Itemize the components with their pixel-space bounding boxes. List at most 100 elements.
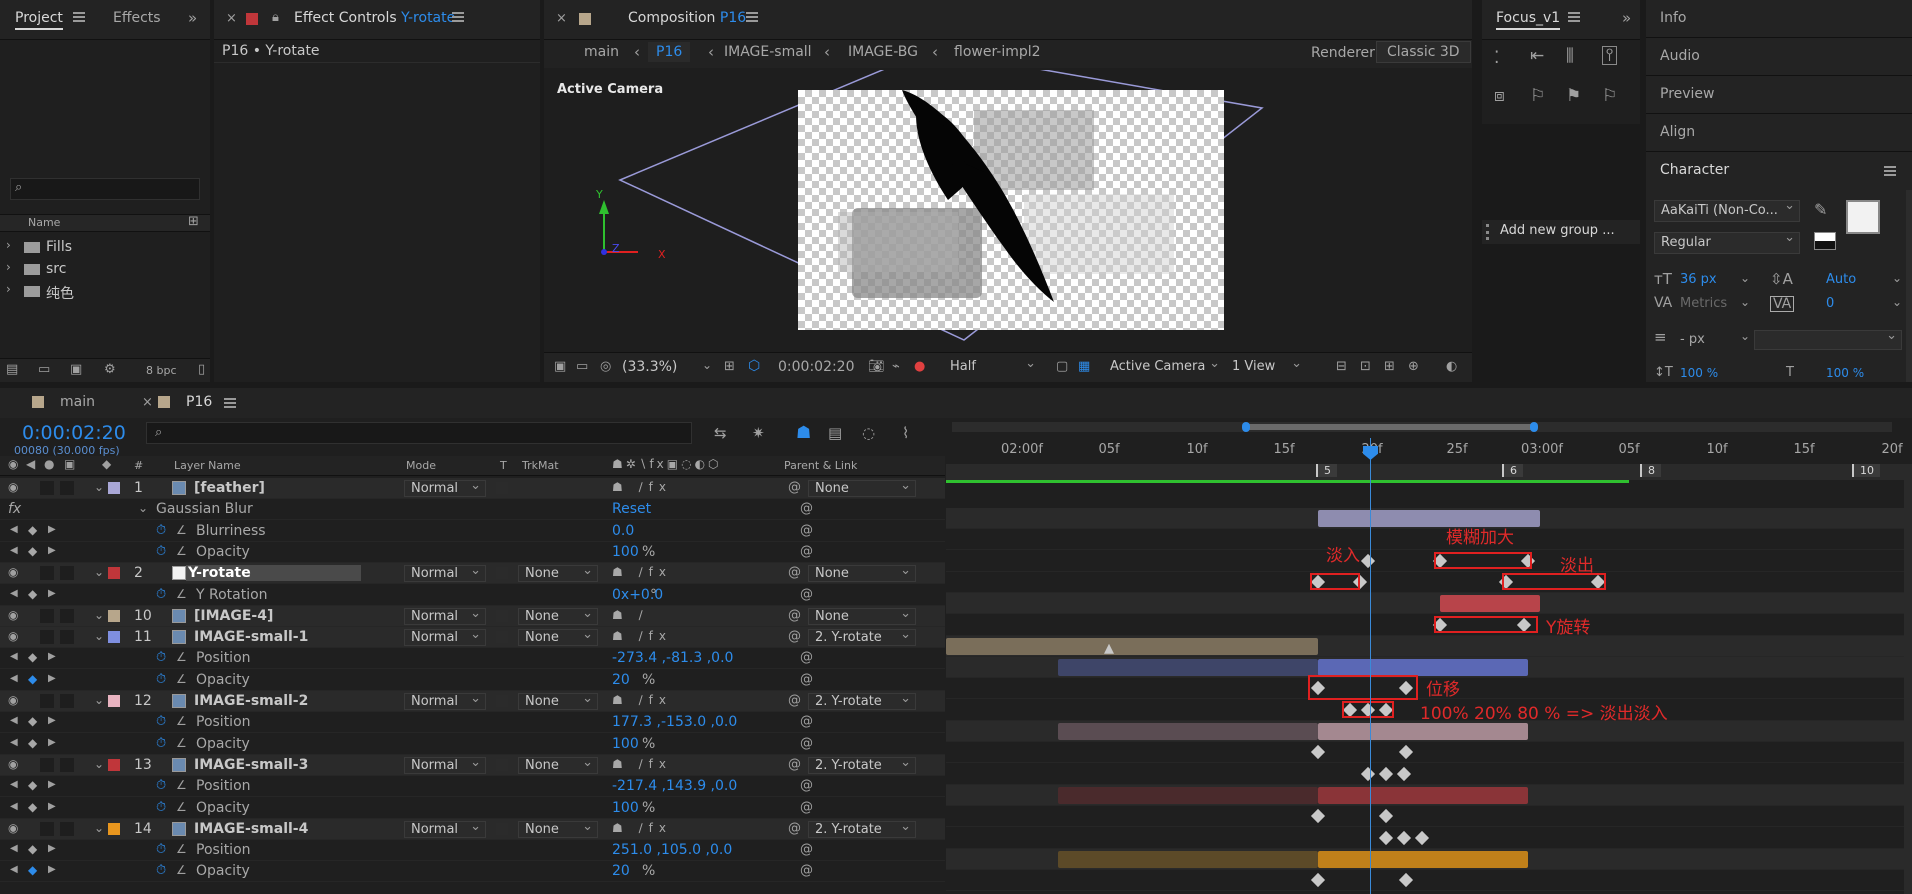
property-value[interactable]: Reset: [612, 501, 651, 517]
layer-bar[interactable]: [1440, 595, 1540, 613]
close-icon[interactable]: ×: [226, 12, 237, 25]
vertical-scale-value[interactable]: 100 %: [1680, 366, 1718, 380]
layer-bar-dim[interactable]: [1058, 723, 1318, 740]
breadcrumb-p16[interactable]: P16: [648, 42, 691, 62]
next-keyframe-icon[interactable]: ▶: [48, 545, 56, 556]
layer-row[interactable]: ◉ ⌄ 1 [feather] Normal ☗ ∕fx @ None: [0, 478, 945, 499]
property-value[interactable]: 20: [612, 863, 630, 879]
tab-p16[interactable]: P16: [186, 394, 212, 410]
parent-select[interactable]: 2. Y-rotate: [808, 691, 916, 710]
project-item-src[interactable]: › src: [0, 258, 210, 280]
track-matte-select[interactable]: None: [518, 819, 598, 838]
keyframe-toggle-icon[interactable]: ◆: [28, 779, 37, 791]
blend-mode-select[interactable]: Normal: [404, 755, 486, 774]
time-ruler[interactable]: 02:00f05f10f15f20f25f03:00f05f10f15f20f: [946, 438, 1912, 464]
next-keyframe-icon[interactable]: ▶: [48, 780, 56, 790]
close-icon[interactable]: ×: [556, 12, 567, 25]
layer-switches[interactable]: ☗ ∕fx: [612, 480, 672, 494]
audio-icon[interactable]: ◀: [26, 458, 35, 470]
graph-icon[interactable]: ∠: [176, 524, 187, 536]
stopwatch-icon[interactable]: ⏱︎: [156, 715, 166, 728]
timeline-menu-icon[interactable]: [224, 396, 238, 410]
chevron-right-icon[interactable]: ›: [6, 283, 11, 295]
property-value[interactable]: 0.0: [612, 523, 634, 539]
chevron-right-icon[interactable]: ›: [6, 239, 11, 251]
preserve-transparency-box[interactable]: [496, 567, 508, 580]
next-keyframe-icon[interactable]: ▶: [48, 801, 56, 812]
pickwhip-icon[interactable]: @: [788, 566, 801, 579]
property-row[interactable]: ◀ ◆ ▶ ⏱︎ ∠ Opacity 100% @: [0, 798, 945, 819]
tracking-value[interactable]: 0: [1826, 296, 1834, 311]
shy-icon[interactable]: ☗: [796, 425, 811, 442]
next-keyframe-icon[interactable]: ▶: [48, 716, 56, 726]
graph-icon[interactable]: ∠: [176, 779, 187, 791]
property-row[interactable]: ◀ ◆ ▶ ⏱︎ ∠ Position 177.3 ,-153.0 ,0.0 @: [0, 712, 945, 734]
next-keyframe-icon[interactable]: ▶: [48, 524, 56, 535]
layer-switches[interactable]: ☗ ∕fx: [612, 629, 672, 643]
fast-previews-icon[interactable]: ⊡: [1360, 360, 1371, 373]
layer-bar[interactable]: [1318, 850, 1528, 868]
tab-composition[interactable]: Composition P16: [628, 10, 746, 26]
always-preview-icon[interactable]: ▣: [554, 360, 566, 373]
composition-menu-icon[interactable]: [746, 10, 760, 24]
lock-box[interactable]: [60, 630, 74, 645]
property-row[interactable]: ◀ ◆ ▶ ⏱︎ ∠ Y Rotation 0x+0.0 ° @: [0, 585, 945, 606]
expression-pickwhip-icon[interactable]: @: [800, 545, 813, 558]
keyframe-toggle-icon[interactable]: ◆: [28, 737, 37, 749]
breadcrumb-image-small[interactable]: IMAGE-small: [724, 44, 812, 60]
stopwatch-icon[interactable]: ⏱︎: [156, 737, 166, 750]
tab-focus[interactable]: Focus_v1: [1496, 10, 1561, 30]
prev-keyframe-icon[interactable]: ◀: [10, 780, 18, 790]
flowchart-icon[interactable]: ⊞: [188, 215, 199, 228]
work-area-range[interactable]: [1244, 424, 1534, 430]
comp-marker[interactable]: 10: [1852, 464, 1880, 477]
breadcrumb-image-bg[interactable]: IMAGE-BG: [848, 44, 918, 60]
font-family-select[interactable]: AaKaiTi (Non-Co...: [1654, 198, 1800, 222]
align-flag3-icon[interactable]: ⚐: [1602, 88, 1617, 105]
panel-info[interactable]: Info: [1646, 0, 1912, 38]
property-value[interactable]: -217.4 ,143.9 ,0.0: [612, 778, 737, 794]
project-item-solids[interactable]: › 纯色: [0, 280, 210, 302]
next-keyframe-icon[interactable]: ▶: [48, 737, 56, 748]
panel-preview[interactable]: Preview: [1646, 76, 1912, 114]
lock-box[interactable]: [60, 608, 74, 623]
project-menu-icon[interactable]: [73, 10, 87, 24]
stopwatch-icon[interactable]: ⏱︎: [156, 779, 166, 792]
chevron-right-icon[interactable]: ›: [6, 261, 11, 273]
interpret-footage-icon[interactable]: ▤: [6, 363, 18, 376]
pickwhip-icon[interactable]: @: [788, 822, 801, 835]
layer-name[interactable]: [IMAGE-4]: [194, 608, 273, 624]
property-track[interactable]: [946, 615, 1912, 636]
pickwhip-icon[interactable]: @: [788, 630, 801, 643]
solo-box[interactable]: [40, 608, 54, 623]
layer-switches[interactable]: ☗ ∕fx: [612, 565, 672, 579]
chevron-down-icon[interactable]: ⌄: [1740, 330, 1750, 342]
next-keyframe-icon[interactable]: ▶: [48, 588, 56, 599]
prev-keyframe-icon[interactable]: ◀: [10, 673, 18, 684]
lock-box[interactable]: [60, 757, 74, 772]
playhead-line[interactable]: [1370, 438, 1371, 894]
layer-switches[interactable]: ☗ ∕fx: [612, 821, 672, 835]
toggle-mask-icon[interactable]: ⬡: [748, 359, 760, 373]
graph-icon[interactable]: ∠: [176, 588, 187, 600]
stopwatch-icon[interactable]: ⏱︎: [156, 843, 166, 856]
timeline-search-input[interactable]: ⌕: [146, 422, 692, 444]
comp-marker[interactable]: 6: [1502, 464, 1523, 477]
pickwhip-icon[interactable]: @: [788, 694, 801, 707]
effect-controls-menu-icon[interactable]: [452, 10, 466, 24]
stopwatch-icon[interactable]: ⏱︎: [156, 524, 166, 537]
layer-name[interactable]: Y-rotate: [186, 565, 361, 582]
lock-box[interactable]: [60, 821, 74, 836]
reset-exposure-icon[interactable]: ◐: [1446, 360, 1457, 373]
expression-pickwhip-icon[interactable]: @: [800, 651, 813, 664]
work-area-nav[interactable]: [952, 422, 1892, 432]
keyframe-toggle-icon[interactable]: ◆: [28, 588, 37, 600]
choose-grid-icon[interactable]: ⊞: [724, 360, 735, 373]
show-snapshot-icon[interactable]: ⌁: [892, 360, 900, 373]
draft-3d-icon[interactable]: ✷: [752, 426, 765, 441]
property-track[interactable]: [946, 529, 1912, 551]
align-bars-icon[interactable]: ⫼: [1566, 48, 1574, 65]
layer-name[interactable]: IMAGE-small-3: [194, 757, 308, 773]
solo-box[interactable]: [40, 694, 54, 708]
character-menu-icon[interactable]: [1884, 164, 1898, 178]
